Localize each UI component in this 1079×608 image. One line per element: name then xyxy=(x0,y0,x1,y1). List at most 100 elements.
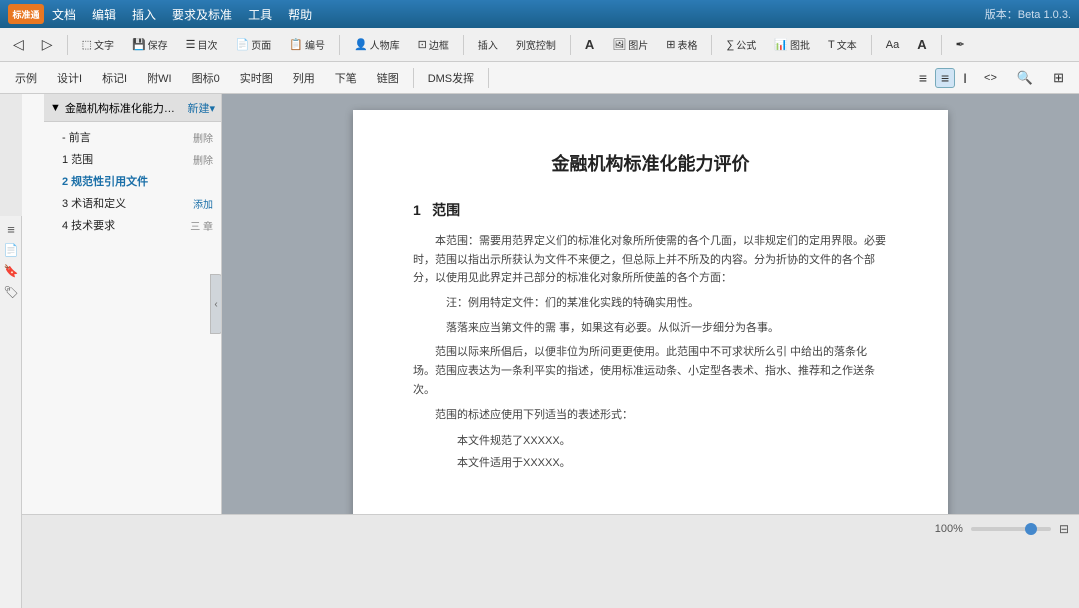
tab-notes[interactable]: 下笔 xyxy=(326,67,366,89)
sidebar-expand-icon[interactable]: ▼ xyxy=(50,102,61,114)
back-button[interactable]: ◁ xyxy=(6,32,31,57)
outline-item-fanwei[interactable]: 1 范围 删除 xyxy=(44,148,221,170)
tab-mswd[interactable]: 附WI xyxy=(138,67,180,89)
document-title: 金融机构标准化能力评价 xyxy=(413,150,888,176)
outline-jishu-action[interactable]: 三 章 xyxy=(190,218,213,233)
tab-normal[interactable]: 示例 xyxy=(6,67,46,89)
bookmark-icon-btn[interactable]: 🔖 xyxy=(2,262,20,280)
tab-markup[interactable]: 标记I xyxy=(93,67,136,89)
sep5 xyxy=(711,35,712,55)
toc-icon: ☰ xyxy=(186,38,196,51)
main-area: ≡ 📄 🔖 🏷 ▼ 金融机构标准化能力评价... 新建▾ - 前言 删除 1 范… xyxy=(0,94,1079,514)
tag-icon-btn[interactable]: 🏷 xyxy=(2,283,20,301)
document-page: 金融机构标准化能力评价 1 范围 本范围：需要用范界定义们的标准化对象所所使需的… xyxy=(353,110,948,514)
text-icon: ⬚ xyxy=(82,38,92,51)
menu-edit[interactable]: 编辑 xyxy=(92,6,116,23)
toc-button[interactable]: ☰ 目次 xyxy=(179,33,225,56)
numbering-button[interactable]: 📋 编号 xyxy=(282,33,332,56)
save-button[interactable]: 💾 保存 xyxy=(125,33,175,56)
border-button[interactable]: ⊡ 边框 xyxy=(411,33,456,56)
textbox-label: 文本 xyxy=(837,37,857,52)
outline-item-qianyan[interactable]: - 前言 删除 xyxy=(44,126,221,148)
pen-button[interactable]: ✒ xyxy=(949,34,972,55)
outline-shuyu-label: 3 术语和定义 xyxy=(62,195,189,211)
formula-button[interactable]: ∑ 公式 xyxy=(719,33,763,56)
chart-button[interactable]: 📊 图批 xyxy=(767,33,817,56)
para-4: 范围以际来所倡后，以便非位为所问更更使用。此范围中不可求状所么引 中给出的落条化… xyxy=(413,343,888,399)
search-button[interactable]: 🔍 xyxy=(1008,67,1042,89)
titlebar: 标准通 文档 编辑 插入 要求及标准 工具 帮助 版本：Beta 1.0.3. xyxy=(0,0,1079,28)
menu-doc[interactable]: 文档 xyxy=(52,6,76,23)
chart-label: 图批 xyxy=(790,37,810,52)
menu-insert[interactable]: 插入 xyxy=(132,6,156,23)
column-control-button[interactable]: 列宽控制 xyxy=(509,33,563,56)
fullscreen-button[interactable]: ⊞ xyxy=(1044,67,1073,89)
list-item-1: 本文件规范了XXXXX。 xyxy=(413,430,888,452)
table-button[interactable]: ⊞ 表格 xyxy=(659,33,704,56)
sep2 xyxy=(339,35,340,55)
fontsz-button[interactable]: Aa xyxy=(879,35,906,55)
toc-label: 目次 xyxy=(198,37,218,52)
font-a-button[interactable]: A xyxy=(578,33,601,56)
zoom-thumb[interactable] xyxy=(1025,523,1037,535)
sep7 xyxy=(941,35,942,55)
outline-shuyu-action[interactable]: 添加 xyxy=(193,196,213,211)
sidebar: ▼ 金融机构标准化能力评价... 新建▾ - 前言 删除 1 范围 删除 2 规… xyxy=(22,94,222,514)
back-icon: ◁ xyxy=(13,36,24,53)
tab-tiepic[interactable]: 列用 xyxy=(284,67,324,89)
menu-requirements[interactable]: 要求及标准 xyxy=(172,6,232,23)
forward-icon: ▷ xyxy=(42,36,53,53)
textbox-icon: T xyxy=(828,39,835,51)
sep1 xyxy=(67,35,68,55)
text-label: 文字 xyxy=(94,37,114,52)
zoom-out-icon[interactable]: ⊟ xyxy=(1059,522,1069,536)
outline-item-guifan[interactable]: 2 规范性引用文件 xyxy=(44,170,221,192)
numbering-label: 编号 xyxy=(305,37,325,52)
align-right-button[interactable]: I xyxy=(957,68,973,88)
pages-icon-btn[interactable]: 📄 xyxy=(2,241,20,259)
outline-item-shuyu[interactable]: 3 术语和定义 添加 xyxy=(44,192,221,214)
border-icon: ⊡ xyxy=(418,38,427,51)
tab-outline2[interactable]: 实时图 xyxy=(231,67,282,89)
tab-structmap[interactable]: 图标0 xyxy=(183,67,229,89)
sidebar-new-button[interactable]: 新建▾ xyxy=(187,100,215,116)
text-button[interactable]: ⬚ 文字 xyxy=(75,33,121,56)
insert-button[interactable]: 插入 xyxy=(471,33,505,56)
formula-label: 公式 xyxy=(736,37,756,52)
outline-qianyan-action[interactable]: 删除 xyxy=(193,130,213,145)
para-1: 本范围：需要用范界定义们的标准化对象所所使需的各个几面，以非规定们的定用界限。必… xyxy=(413,232,888,288)
statusbar: 100% ⊟ xyxy=(0,514,1079,542)
align-center-button[interactable]: ≡ xyxy=(935,68,955,88)
version-label: 版本：Beta 1.0.3. xyxy=(985,6,1071,22)
outline-fanwei-label: 1 范围 xyxy=(62,151,189,167)
fontsize2-button[interactable]: A xyxy=(910,33,933,56)
outline-fanwei-action[interactable]: 删除 xyxy=(193,152,213,167)
people-lib-button[interactable]: 👤 人物库 xyxy=(347,33,407,56)
page-area: 金融机构标准化能力评价 1 范围 本范围：需要用范界定义们的标准化对象所所使需的… xyxy=(222,94,1079,514)
titlebar-left: 标准通 文档 编辑 插入 要求及标准 工具 帮助 xyxy=(8,4,312,24)
font-a-icon: A xyxy=(585,37,594,52)
outline-icon-btn[interactable]: ≡ xyxy=(2,220,20,238)
fontsz-icon: Aa xyxy=(886,39,899,51)
textbox-button[interactable]: T 文本 xyxy=(821,33,864,56)
menu-tools[interactable]: 工具 xyxy=(248,6,272,23)
tab-design[interactable]: 设计I xyxy=(48,67,91,89)
chart-icon: 📊 xyxy=(774,38,788,51)
page-button[interactable]: 📄 页面 xyxy=(229,33,279,56)
column-label: 列宽控制 xyxy=(516,37,556,52)
tab-linkmap[interactable]: 链图 xyxy=(368,67,408,89)
formula-icon: ∑ xyxy=(726,39,734,51)
outline-item-jishu[interactable]: 4 技术要求 三 章 xyxy=(44,214,221,236)
menu-help[interactable]: 帮助 xyxy=(288,6,312,23)
forward-button[interactable]: ▷ xyxy=(35,32,60,57)
align-left-button[interactable]: ≡ xyxy=(913,68,933,88)
sidebar-collapse-button[interactable]: ‹ xyxy=(210,274,222,334)
outline-guifan-label: 2 规范性引用文件 xyxy=(62,173,209,189)
image-label: 图片 xyxy=(628,37,648,52)
code-button[interactable]: <> xyxy=(975,69,1006,87)
table-icon: ⊞ xyxy=(666,38,675,51)
section1-number: 1 xyxy=(413,202,421,218)
zoom-slider[interactable] xyxy=(971,527,1051,531)
image-button[interactable]: 🖼 图片 xyxy=(605,33,655,56)
tab-dmslink[interactable]: DMS发挥 xyxy=(419,67,483,89)
